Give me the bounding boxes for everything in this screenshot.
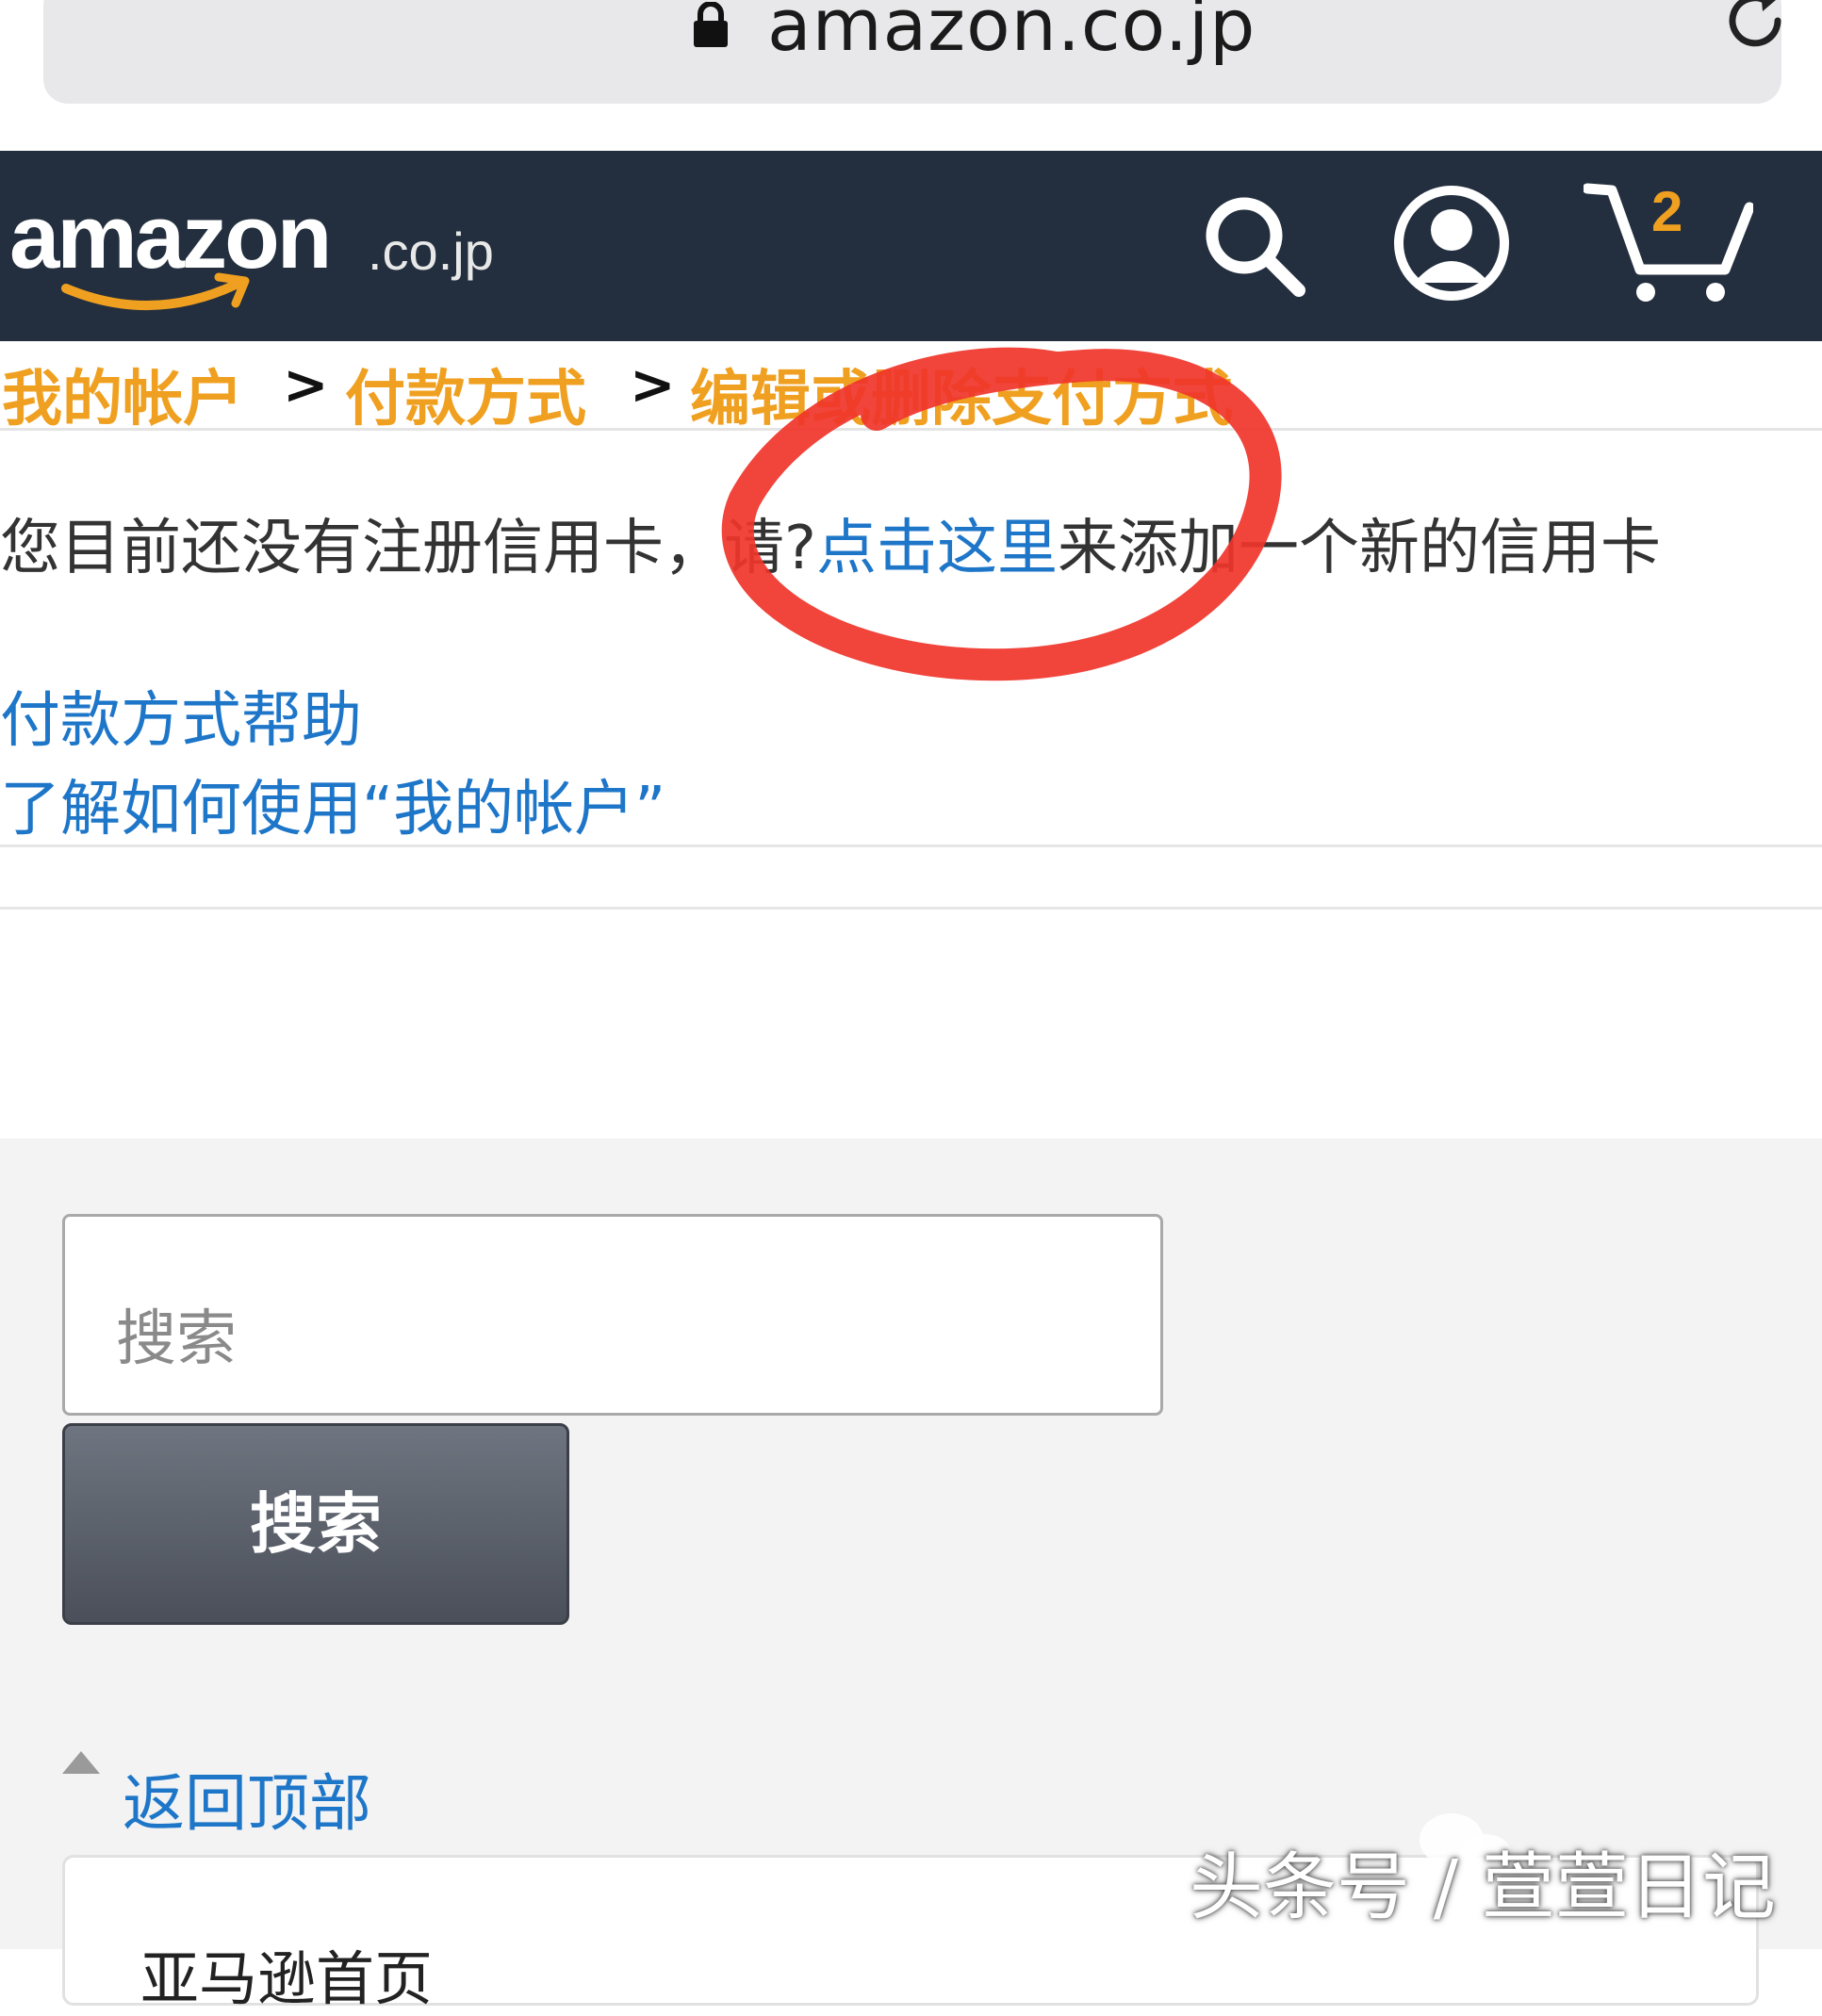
cart-count-badge[interactable]: 2	[1651, 179, 1682, 244]
amazon-logo[interactable]: amazon .co.jp	[9, 183, 500, 315]
url-text[interactable]: amazon.co.jp	[767, 0, 1256, 67]
svg-text:amazon: amazon	[9, 187, 329, 287]
back-to-top-label[interactable]: 返回顶部	[123, 1753, 371, 1844]
address-bar[interactable]: amazon.co.jp	[43, 0, 1781, 104]
home-link[interactable]: 亚马逊首页	[140, 1931, 433, 2016]
account-help-link[interactable]: 了解如何使用“我的帐户”	[0, 765, 665, 854]
breadcrumb: 我的帐户 > 付款方式 > 编辑或删除支付方式	[0, 341, 1822, 434]
footer-area: 搜索 返回顶部 亚马逊首页	[0, 1139, 1822, 2013]
click-here-link[interactable]: 点击这里	[816, 514, 1058, 583]
breadcrumb-separator: >	[630, 352, 676, 417]
breadcrumb-separator: >	[283, 352, 329, 417]
divider	[0, 907, 1822, 910]
up-arrow-icon	[62, 1751, 100, 1774]
browser-chrome: amazon.co.jp	[0, 0, 1822, 151]
breadcrumb-payment-methods[interactable]: 付款方式	[345, 351, 586, 437]
help-links: 付款方式帮助 了解如何使用“我的帐户”	[0, 677, 665, 854]
breadcrumb-edit-payment: 编辑或删除支付方式	[690, 365, 1233, 434]
site-header: amazon .co.jp 2	[0, 151, 1822, 341]
search-icon[interactable]	[1197, 188, 1310, 302]
no-card-message: 您目前还没有注册信用卡，请?点击这里来添加一个新的信用卡	[0, 500, 1661, 586]
breadcrumb-my-account[interactable]: 我的帐户	[2, 351, 243, 437]
svg-text:.co.jp: .co.jp	[368, 221, 494, 281]
message-prefix: 您目前还没有注册信用卡，请?	[0, 514, 816, 583]
footer-search-input[interactable]	[62, 1214, 1163, 1416]
watermark: 头条号 / 萱萱日记	[1190, 1845, 1776, 1930]
message-suffix: 来添加一个新的信用卡	[1057, 514, 1661, 583]
divider	[0, 844, 1822, 847]
account-icon[interactable]	[1393, 185, 1510, 302]
reload-icon[interactable]	[1721, 0, 1789, 55]
payment-help-link[interactable]: 付款方式帮助	[0, 677, 665, 765]
footer-search-button[interactable]: 搜索	[62, 1423, 569, 1625]
lock-icon	[694, 2, 728, 47]
